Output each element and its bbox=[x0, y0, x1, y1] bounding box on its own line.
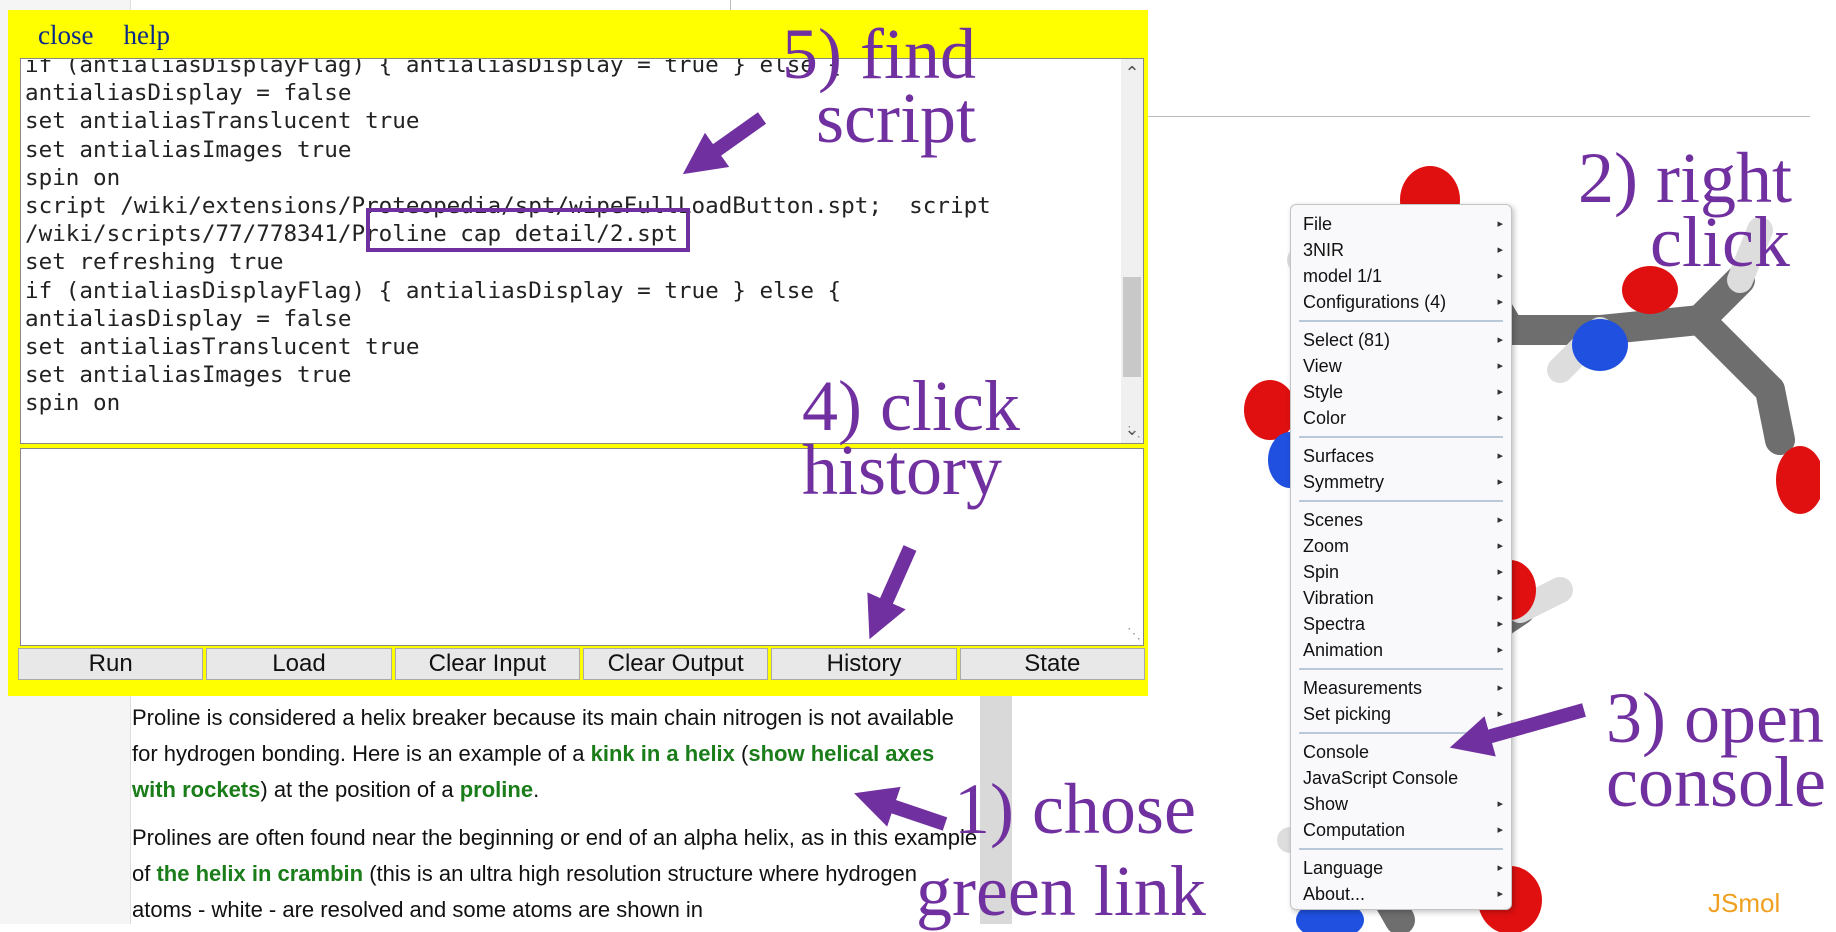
annotation-step2: 2) right click bbox=[1578, 138, 1792, 282]
annotation-step4: 4) click history bbox=[802, 366, 1020, 510]
arrow-icon bbox=[1449, 703, 1586, 757]
annotation-step5: 5) find script bbox=[782, 14, 976, 158]
annotation-step1: 1) chose green link bbox=[916, 769, 1206, 931]
arrow-icon bbox=[682, 112, 767, 175]
annotation-step3: 3) open console bbox=[1606, 678, 1826, 822]
arrow-icon bbox=[854, 786, 948, 831]
arrow-icon bbox=[867, 545, 917, 640]
